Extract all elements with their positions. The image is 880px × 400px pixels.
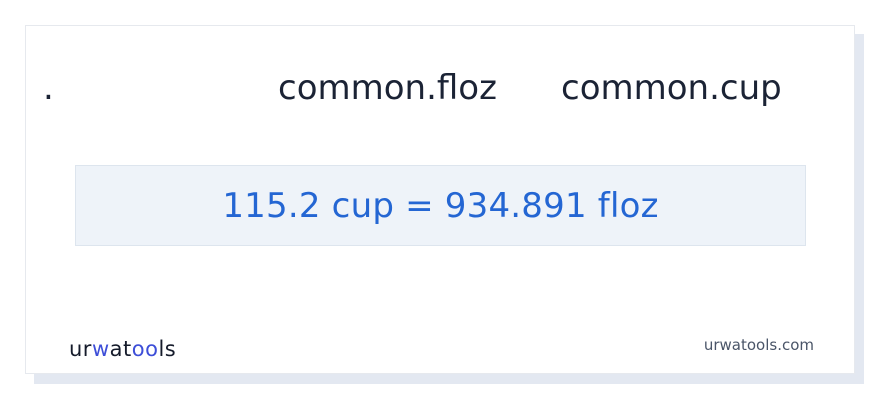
logo-text-part: ls (158, 337, 177, 361)
logo-text-part: at (109, 337, 132, 361)
to-unit-label: common.cup (561, 68, 782, 108)
urwatools-logo[interactable]: ur w at oo ls (69, 337, 176, 361)
site-url-link[interactable]: urwatools.com (704, 336, 814, 354)
logo-text-accent: w (91, 337, 110, 361)
logo-text-part: ur (69, 337, 92, 361)
list-bullet: . (43, 68, 54, 108)
result-panel: 115.2 cup = 934.891 floz (75, 165, 806, 246)
from-unit-label: common.floz (278, 68, 497, 108)
conversion-result: 115.2 cup = 934.891 floz (222, 185, 659, 226)
logo-text-accent: oo (131, 337, 159, 361)
